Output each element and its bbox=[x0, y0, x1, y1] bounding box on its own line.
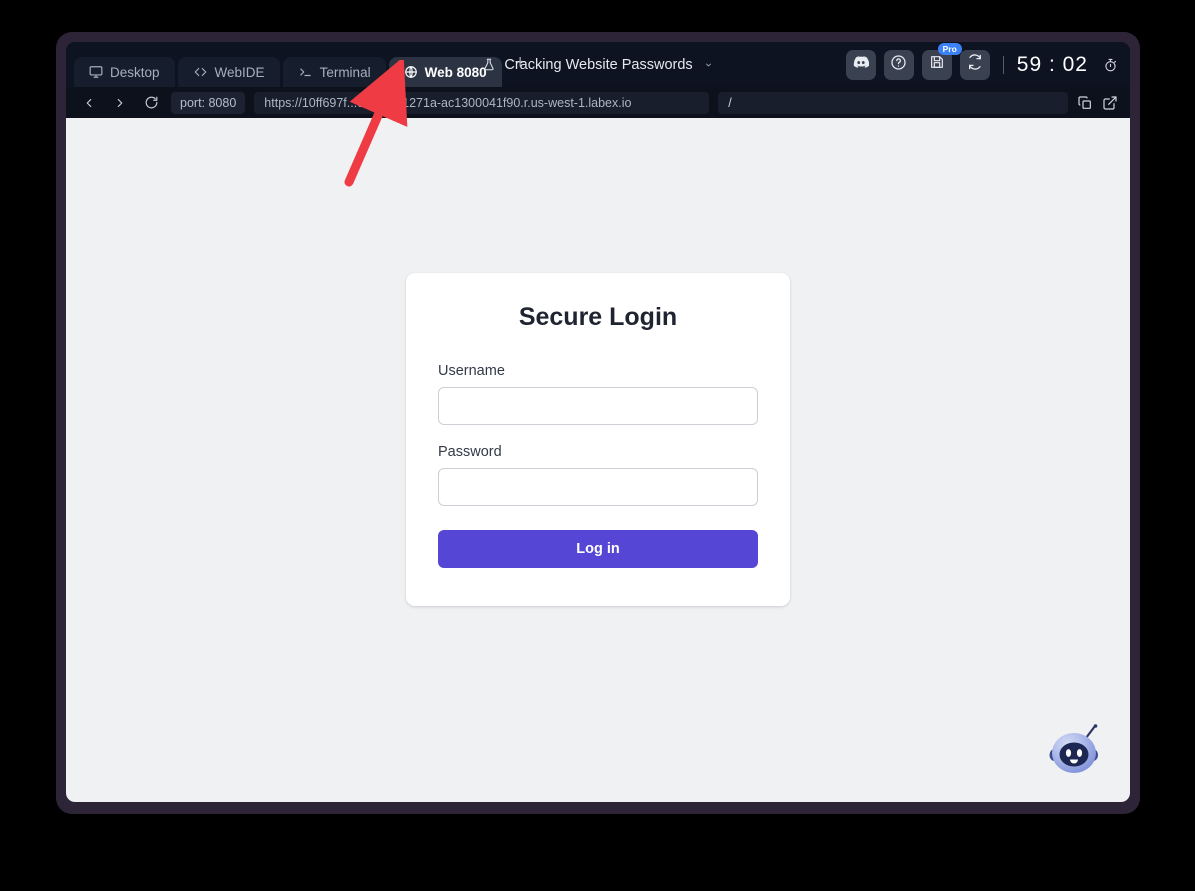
chevron-down-icon bbox=[703, 58, 714, 72]
path-input[interactable]: / bbox=[718, 91, 1068, 114]
external-link-icon[interactable] bbox=[1102, 95, 1118, 111]
tab-label: Desktop bbox=[110, 64, 160, 80]
terminal-prompt-icon bbox=[298, 65, 313, 79]
header-actions: Pro 59 : 02 bbox=[845, 42, 1118, 87]
password-input[interactable] bbox=[438, 468, 758, 506]
pro-badge: Pro bbox=[937, 42, 962, 56]
window-header: Desktop WebIDE Terminal Web 8080 + Crack… bbox=[66, 42, 1130, 87]
web-page-viewport: Secure Login Username Password Log in bbox=[66, 118, 1130, 802]
forward-button[interactable] bbox=[109, 92, 131, 114]
lab-window: Desktop WebIDE Terminal Web 8080 + Crack… bbox=[56, 32, 1140, 814]
tab-label: Terminal bbox=[319, 64, 371, 80]
url-input[interactable]: https://10ff697f...e2ffe2f51271a-ac13000… bbox=[254, 91, 710, 114]
page-title: Secure Login bbox=[518, 303, 678, 331]
reload-button[interactable] bbox=[140, 92, 162, 114]
port-chip[interactable]: port: 8080 bbox=[171, 91, 246, 114]
username-input[interactable] bbox=[438, 387, 758, 425]
question-circle-icon bbox=[890, 54, 907, 76]
tab-desktop[interactable]: Desktop bbox=[74, 57, 175, 87]
back-button[interactable] bbox=[78, 92, 100, 114]
tab-terminal[interactable]: Terminal bbox=[282, 57, 386, 87]
sync-icon bbox=[967, 54, 983, 75]
stopwatch-icon[interactable] bbox=[1103, 57, 1118, 73]
tab-strip: Desktop WebIDE Terminal Web 8080 + bbox=[66, 42, 536, 87]
help-button[interactable] bbox=[883, 49, 914, 80]
monitor-icon bbox=[89, 65, 103, 79]
copy-icon[interactable] bbox=[1077, 95, 1093, 111]
code-brackets-icon bbox=[193, 65, 208, 79]
refresh-environment-button[interactable] bbox=[959, 49, 990, 80]
discord-icon bbox=[853, 55, 869, 74]
flask-icon bbox=[482, 57, 496, 72]
password-label: Password bbox=[438, 444, 502, 460]
countdown-timer: 59 : 02 bbox=[1016, 52, 1088, 76]
tab-label: WebIDE bbox=[214, 64, 265, 80]
floppy-disk-icon bbox=[929, 54, 945, 75]
discord-button[interactable] bbox=[845, 49, 876, 80]
lab-title-dropdown[interactable]: Cracking Website Passwords bbox=[482, 57, 713, 73]
globe-icon bbox=[404, 65, 418, 79]
tab-label: Web 8080 bbox=[424, 64, 487, 80]
bot-assistant-avatar[interactable] bbox=[1046, 724, 1104, 776]
lab-title-text: Cracking Website Passwords bbox=[504, 56, 693, 73]
window-inner: Desktop WebIDE Terminal Web 8080 + Crack… bbox=[66, 42, 1130, 802]
tab-webide[interactable]: WebIDE bbox=[177, 57, 280, 87]
browser-toolbar: port: 8080 https://10ff697f...e2ffe2f512… bbox=[66, 87, 1130, 118]
login-submit-button[interactable]: Log in bbox=[438, 530, 758, 568]
username-label: Username bbox=[438, 363, 505, 379]
login-card: Secure Login Username Password Log in bbox=[406, 273, 790, 606]
save-button[interactable]: Pro bbox=[921, 42, 962, 80]
header-divider bbox=[1002, 55, 1004, 74]
